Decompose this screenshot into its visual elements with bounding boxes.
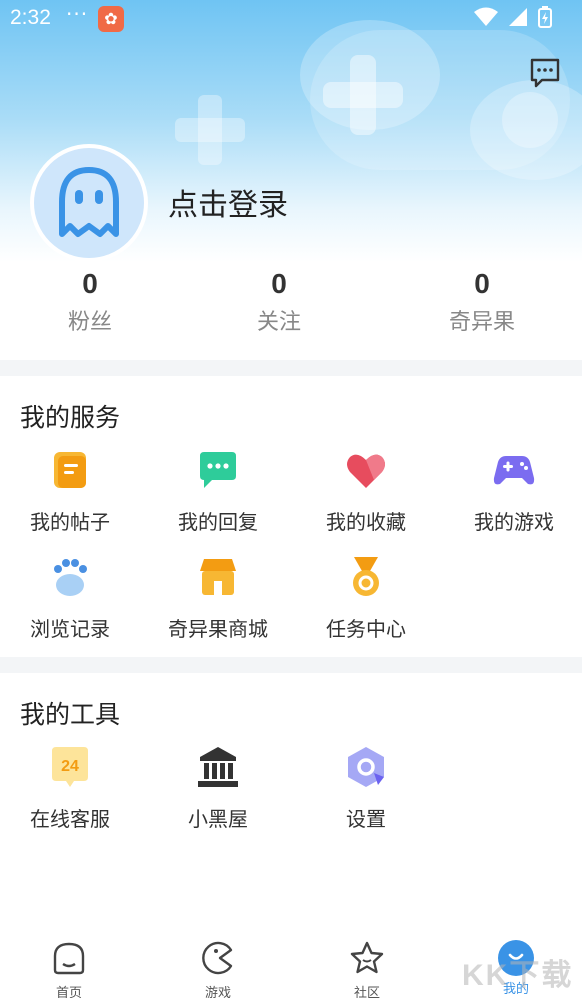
service-label: 我的回复 [178,510,258,534]
notification-app-icon: ✿ [98,6,124,32]
service-my-favorites[interactable]: 我的收藏 [296,448,436,538]
bank-building-icon [198,747,238,787]
plus-decoration [175,95,245,165]
tool-label: 在线客服 [30,807,110,831]
status-time: 2:32 [10,6,51,29]
tools-title: 我的工具 [20,700,121,729]
gamepad-icon [493,456,535,485]
service-label: 浏览记录 [30,617,110,641]
store-icon [200,559,236,595]
posts-icon [54,452,86,488]
service-task-center[interactable]: 任务中心 [296,555,436,645]
message-icon[interactable] [528,56,562,90]
status-bar: 2:32 ··· ✿ [0,0,582,38]
service-label: 奇异果商城 [168,617,268,641]
stat-value: 0 [474,268,490,299]
section-divider [0,657,582,673]
services-title: 我的服务 [20,403,121,432]
home-icon [53,942,85,975]
tool-settings[interactable]: 设置 [296,745,436,835]
nav-label: 首页 [55,986,82,998]
stat-value: 0 [271,268,287,299]
support-badge: 24 [61,758,79,775]
section-divider [0,360,582,376]
nav-games[interactable]: 游戏 [178,940,258,998]
service-label: 我的帖子 [30,510,110,534]
signal-icon [509,8,527,26]
stat-label: 关注 [256,310,301,335]
stat-label: 奇异果 [448,310,515,335]
watermark: KK下载 [462,959,574,992]
reply-icon [200,452,236,488]
heart-icon [347,454,385,488]
service-label: 我的收藏 [326,510,406,534]
avatar[interactable] [30,144,148,262]
tool-online-support[interactable]: 24 在线客服 [0,745,140,835]
service-label: 我的游戏 [474,510,554,534]
battery-icon [538,6,552,28]
service-history[interactable]: 浏览记录 [0,555,140,645]
stat-following[interactable]: 0 关注 [219,268,339,336]
nav-community[interactable]: 社区 [327,940,407,998]
nav-label: 社区 [353,986,380,998]
star-community-icon [350,941,384,974]
status-more-dots: ··· [66,2,89,26]
status-icons [474,6,552,28]
service-my-games[interactable]: 我的游戏 [444,448,582,538]
service-kiwi-store[interactable]: 奇异果商城 [148,555,288,645]
service-my-posts[interactable]: 我的帖子 [0,448,140,538]
stat-label: 粉丝 [67,310,112,335]
wifi-icon [474,7,498,26]
service-label: 任务中心 [326,617,406,641]
stats-row: 0 粉丝 0 关注 0 奇异果 [0,268,582,348]
stat-fans[interactable]: 0 粉丝 [30,268,150,336]
stat-value: 0 [82,268,98,299]
game-pacman-icon [202,941,233,975]
nav-home[interactable]: 首页 [29,940,109,998]
stat-kiwi[interactable]: 0 奇异果 [422,268,542,336]
paw-icon [54,559,87,596]
nav-label: 游戏 [204,986,231,998]
login-prompt[interactable]: 点击登录 [168,180,288,224]
medal-icon [353,557,379,596]
support-24-icon: 24 [52,747,88,787]
tool-blackroom[interactable]: 小黑屋 [148,745,288,835]
ghost-avatar-icon [59,167,119,237]
service-my-replies[interactable]: 我的回复 [148,448,288,538]
tool-label: 设置 [346,807,386,831]
tool-label: 小黑屋 [188,807,248,831]
settings-hex-icon [348,747,384,787]
